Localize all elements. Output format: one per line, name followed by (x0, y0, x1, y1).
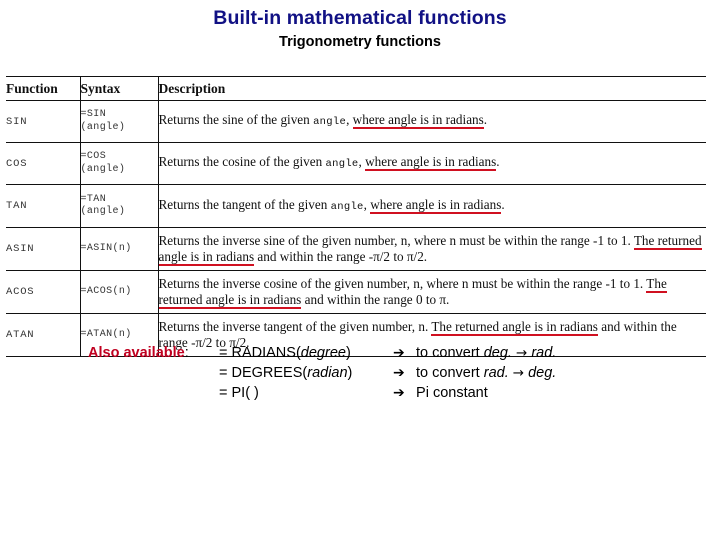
formula-tail: ) (345, 345, 351, 361)
desc-text: Returns the sine of the given (158, 112, 314, 128)
spacer-cell (88, 363, 219, 383)
note-text: to convert (412, 365, 484, 381)
spacer-cell (88, 383, 219, 403)
cell-syntax: =TAN (angle) (80, 184, 159, 228)
cell-function-name: ATAN (6, 313, 81, 357)
also-available-section: Also available: = RADIANS(degree) ➔ to c… (88, 343, 556, 403)
desc-highlight: where angle is in radians (352, 112, 484, 130)
formula-text: = PI( ) (219, 385, 259, 401)
column-header-function: Function (6, 76, 81, 101)
table-row: ASIN =ASIN(n) Returns the inverse sine o… (6, 227, 706, 271)
desc-text: Returns the cosine of the given (158, 154, 326, 170)
desc-tail: . (483, 112, 488, 128)
formula-pi: = PI( ) (219, 383, 393, 403)
desc-highlight: where angle is in radians (365, 154, 497, 172)
formula-tail: ) (347, 365, 353, 381)
desc-tail: and within the range 0 to π. (301, 292, 450, 307)
also-available-table: Also available: = RADIANS(degree) ➔ to c… (88, 343, 556, 403)
desc-text: Returns the inverse cosine of the given … (158, 275, 647, 291)
cell-description: Returns the tangent of the given angle, … (158, 184, 706, 228)
cell-function-name: COS (6, 142, 81, 185)
desc-highlight: The returned angle is in radians (431, 318, 598, 336)
formula-text: = DEGREES( (219, 365, 308, 381)
also-available-row: = PI( ) ➔ Pi constant (88, 383, 556, 403)
page-title: Built-in mathematical functions (213, 7, 507, 29)
trigonometry-functions-table: Function Syntax Description SIN =SIN (an… (6, 76, 706, 357)
arrow-right-icon: ➔ (393, 385, 405, 401)
slide-header: Built-in mathematical functions Trigonom… (0, 6, 720, 52)
cell-description: Returns the inverse sine of the given nu… (158, 227, 706, 271)
desc-tail: and within the range -π/2 to π/2. (254, 249, 428, 264)
arrow-right-inline-icon: → (512, 365, 525, 381)
column-header-description: Description (158, 76, 706, 101)
also-available-colon: : (184, 345, 189, 361)
cell-syntax: =SIN (angle) (80, 100, 159, 143)
column-header-syntax: Syntax (80, 76, 159, 101)
cell-description: Returns the cosine of the given angle, w… (158, 142, 706, 185)
desc-highlight: where angle is in radians (370, 196, 502, 214)
cell-description: Returns the sine of the given angle, whe… (158, 100, 706, 143)
note-arg-from: rad. (483, 365, 509, 381)
cell-description: Returns the inverse cosine of the given … (158, 270, 706, 314)
cell-syntax: =COS (angle) (80, 142, 159, 185)
cell-function-name: ASIN (6, 227, 81, 271)
table-row: SIN =SIN (angle) Returns the sine of the… (6, 100, 706, 143)
also-available-row: Also available: = RADIANS(degree) ➔ to c… (88, 343, 556, 363)
also-available-label-cell: Also available: (88, 343, 219, 363)
table-row: TAN =TAN (angle) Returns the tangent of … (6, 184, 706, 228)
table-row: ACOS =ACOS(n) Returns the inverse cosine… (6, 270, 706, 314)
note-arg-from: deg. (483, 345, 512, 361)
formula-arg: degree (300, 345, 346, 361)
desc-text: Returns the inverse sine of the given nu… (158, 232, 634, 248)
desc-sep: , (346, 112, 353, 128)
desc-text: Returns the tangent of the given (158, 196, 331, 212)
cell-syntax: =ASIN(n) (80, 227, 159, 271)
formula-text: = RADIANS( (219, 345, 301, 361)
cell-function-name: ACOS (6, 270, 81, 314)
also-available-label: Also available (88, 345, 185, 361)
arrow-right-icon: ➔ (393, 345, 405, 361)
note-arg-to: rad. (531, 345, 557, 361)
desc-arg: angle (330, 200, 364, 213)
formula-arg: radian (307, 365, 348, 381)
desc-tail: . (501, 196, 505, 212)
table-header-row: Function Syntax Description (6, 76, 706, 101)
also-available-row: = DEGREES(radian) ➔ to convert rad. → de… (88, 363, 556, 383)
desc-arg: angle (325, 158, 359, 171)
note-pi: ➔ Pi constant (393, 383, 556, 403)
desc-text: Returns the inverse tangent of the given… (158, 318, 432, 334)
formula-degrees: = DEGREES(radian) (219, 363, 393, 383)
note-arg-to: deg. (528, 365, 557, 381)
note-text: Pi constant (412, 385, 488, 401)
formula-radians: = RADIANS(degree) (219, 343, 393, 363)
table-row: COS =COS (angle) Returns the cosine of t… (6, 142, 706, 185)
desc-arg: angle (313, 116, 347, 129)
arrow-right-inline-icon: → (516, 345, 528, 361)
cell-function-name: TAN (6, 184, 81, 228)
cell-syntax: =ACOS(n) (80, 270, 159, 314)
cell-function-name: SIN (6, 100, 81, 143)
arrow-right-icon: ➔ (393, 365, 405, 381)
note-degrees: ➔ to convert rad. → deg. (393, 363, 556, 383)
desc-tail: . (496, 154, 500, 170)
note-text: to convert (412, 345, 484, 361)
note-radians: ➔ to convert deg. → rad. (393, 343, 556, 363)
page-subtitle: Trigonometry functions (279, 34, 441, 50)
